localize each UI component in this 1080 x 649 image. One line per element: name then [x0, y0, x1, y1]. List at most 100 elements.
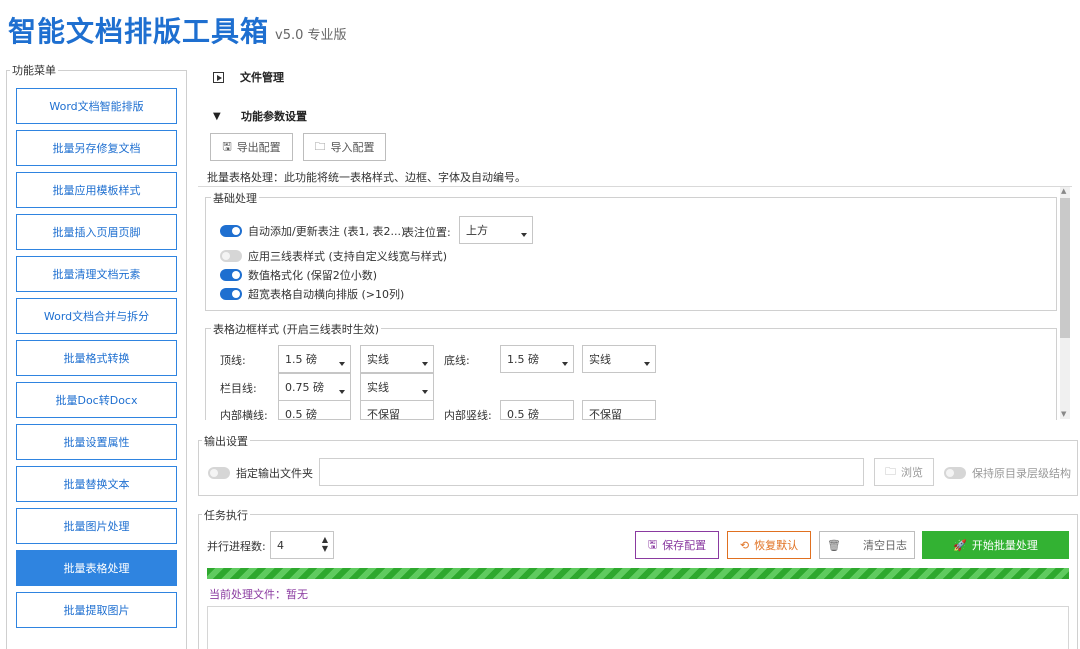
save-disk-icon: 🖫 — [222, 139, 232, 153]
chevron-down-icon — [422, 390, 428, 394]
toggle-specify-output[interactable]: 指定输出文件夹 — [208, 465, 313, 481]
sidebar-item-replace-text[interactable]: 批量替换文本 — [16, 466, 177, 502]
caption-position-label: 表注位置: — [403, 226, 451, 239]
function-menu-legend: 功能菜单 — [10, 62, 58, 78]
keep-structure-label: 保持原目录层级结构 — [972, 467, 1071, 480]
bottom-width-select[interactable]: 1.5 磅 — [500, 345, 574, 373]
file-manage-label: 文件管理 — [240, 71, 284, 84]
app-version: v5.0 专业版 — [275, 28, 347, 43]
import-config-label: 导入配置 — [330, 141, 375, 154]
sidebar-item-apply-template[interactable]: 批量应用模板样式 — [16, 172, 177, 208]
browse-label: 浏览 — [901, 466, 923, 479]
import-config-button[interactable]: 🗀 导入配置 — [303, 133, 386, 161]
toggle-switch-icon — [220, 269, 242, 281]
folder-icon: 🗀 — [314, 139, 326, 153]
threads-value: 4 — [277, 538, 284, 552]
bottom-line-label: 底线: — [444, 354, 470, 367]
sidebar-item-word-smart-layout[interactable]: Word文档智能排版 — [16, 88, 177, 124]
feature-description: 批量表格处理：此功能将统一表格样式、边框、字体及自动编号。 — [207, 171, 526, 184]
inner-v-width-select[interactable]: 0.5 磅 — [500, 400, 574, 421]
top-width-value: 1.5 磅 — [285, 353, 317, 366]
header-width-select[interactable]: 0.75 磅 — [278, 373, 351, 401]
restore-defaults-button[interactable]: ⟲ 恢复默认 — [727, 531, 811, 559]
export-config-button[interactable]: 🖫 导出配置 — [210, 133, 293, 161]
chevron-down-icon — [339, 390, 345, 394]
output-folder-input[interactable] — [319, 458, 864, 486]
params-label: 功能参数设置 — [241, 110, 307, 123]
bottom-width-value: 1.5 磅 — [507, 353, 539, 366]
file-manage-toggle[interactable]: 文件管理 — [213, 69, 284, 85]
trash-icon: 🗑 — [827, 538, 841, 552]
browse-button[interactable]: 🗀 浏览 — [874, 458, 934, 486]
toggle-switch-icon — [220, 225, 242, 237]
threads-label: 并行进程数: — [207, 540, 266, 553]
scrollbar-thumb[interactable] — [1060, 198, 1070, 338]
inner-h-style-select[interactable]: 不保留 — [360, 400, 434, 421]
collapse-triangle-icon: ▼ — [213, 110, 221, 122]
clear-log-button[interactable]: 🗑 清空日志 — [819, 531, 915, 559]
save-disk-icon: 🖫 — [647, 537, 658, 551]
caption-position-value: 上方 — [466, 224, 488, 237]
bottom-style-select[interactable]: 实线 — [582, 345, 656, 373]
sidebar-item-merge-split[interactable]: Word文档合并与拆分 — [16, 298, 177, 334]
chevron-down-icon — [562, 362, 568, 366]
folder-icon: 🗀 — [885, 464, 896, 478]
params-toggle[interactable]: ▼ 功能参数设置 — [213, 108, 307, 124]
toggle-auto-caption[interactable]: 自动添加/更新表注 (表1, 表2...) — [220, 223, 405, 239]
auto-caption-label: 自动添加/更新表注 (表1, 表2...) — [248, 225, 406, 238]
sidebar-item-batch-save-repair[interactable]: 批量另存修复文档 — [16, 130, 177, 166]
specify-output-label: 指定输出文件夹 — [236, 467, 313, 480]
sidebar-item-header-footer[interactable]: 批量插入页眉页脚 — [16, 214, 177, 250]
rocket-icon: 🚀 — [953, 538, 967, 552]
scroll-panel-clip — [198, 420, 1072, 430]
header-line-label: 栏目线: — [220, 382, 257, 395]
sidebar-item-table-process[interactable]: 批量表格处理 — [16, 550, 177, 586]
basic-legend: 基础处理 — [211, 190, 259, 206]
chevron-down-icon — [521, 233, 527, 237]
toggle-number-format[interactable]: 数值格式化 (保留2位小数) — [220, 267, 377, 283]
toggle-switch-icon — [208, 467, 230, 479]
app-title: 智能文档排版工具箱 — [8, 15, 270, 48]
restore-icon: ⟲ — [739, 538, 750, 552]
save-config-button[interactable]: 🖫 保存配置 — [635, 531, 719, 559]
save-config-label: 保存配置 — [662, 539, 707, 552]
chevron-down-icon — [339, 362, 345, 366]
sidebar-item-image-process[interactable]: 批量图片处理 — [16, 508, 177, 544]
toggle-switch-icon — [944, 467, 966, 479]
inner-v-style-select[interactable]: 不保留 — [582, 400, 656, 421]
sidebar-item-doc-to-docx[interactable]: 批量Doc转Docx — [16, 382, 177, 418]
top-style-select[interactable]: 实线 — [360, 345, 434, 373]
border-legend: 表格边框样式 (开启三线表时生效) — [211, 321, 382, 337]
top-width-select[interactable]: 1.5 磅 — [278, 345, 351, 373]
log-output[interactable] — [207, 606, 1069, 649]
sidebar-item-clean-elements[interactable]: 批量清理文档元素 — [16, 256, 177, 292]
header-width-value: 0.75 磅 — [285, 381, 324, 394]
toggle-three-line[interactable]: 应用三线表样式 (支持自定义线宽与样式) — [220, 248, 447, 264]
restore-defaults-label: 恢复默认 — [754, 539, 799, 552]
task-legend: 任务执行 — [202, 507, 250, 523]
spin-arrows-icon[interactable]: ▲ ▼ — [322, 535, 328, 553]
progress-bar — [207, 568, 1069, 579]
header-style-value: 实线 — [367, 381, 389, 394]
start-batch-label: 开始批量处理 — [971, 539, 1038, 552]
toggle-wide-landscape[interactable]: 超宽表格自动横向排版 (>10列) — [220, 286, 404, 302]
sidebar-item-format-convert[interactable]: 批量格式转换 — [16, 340, 177, 376]
toggle-switch-icon — [220, 250, 242, 262]
header-style-select[interactable]: 实线 — [360, 373, 434, 401]
inner-h-width-select[interactable]: 0.5 磅 — [278, 400, 351, 421]
threads-spinbox[interactable]: 4 ▲ ▼ — [270, 531, 334, 559]
sidebar-item-set-properties[interactable]: 批量设置属性 — [16, 424, 177, 460]
caption-position-select[interactable]: 上方 — [459, 216, 533, 244]
top-style-value: 实线 — [367, 353, 389, 366]
clear-log-label: 清空日志 — [862, 539, 907, 552]
three-line-label: 应用三线表样式 (支持自定义线宽与样式) — [248, 250, 448, 263]
bottom-style-value: 实线 — [589, 353, 611, 366]
start-batch-button[interactable]: 🚀 开始批量处理 — [922, 531, 1069, 559]
current-file-status: 当前处理文件：暂无 — [209, 588, 308, 601]
export-config-label: 导出配置 — [236, 141, 281, 154]
chevron-down-icon — [422, 362, 428, 366]
scroll-down-icon[interactable]: ▼ — [1061, 410, 1066, 418]
sidebar-item-extract-images[interactable]: 批量提取图片 — [16, 592, 177, 628]
toggle-keep-structure[interactable]: 保持原目录层级结构 — [944, 465, 1071, 481]
scroll-up-icon[interactable]: ▲ — [1061, 187, 1066, 195]
